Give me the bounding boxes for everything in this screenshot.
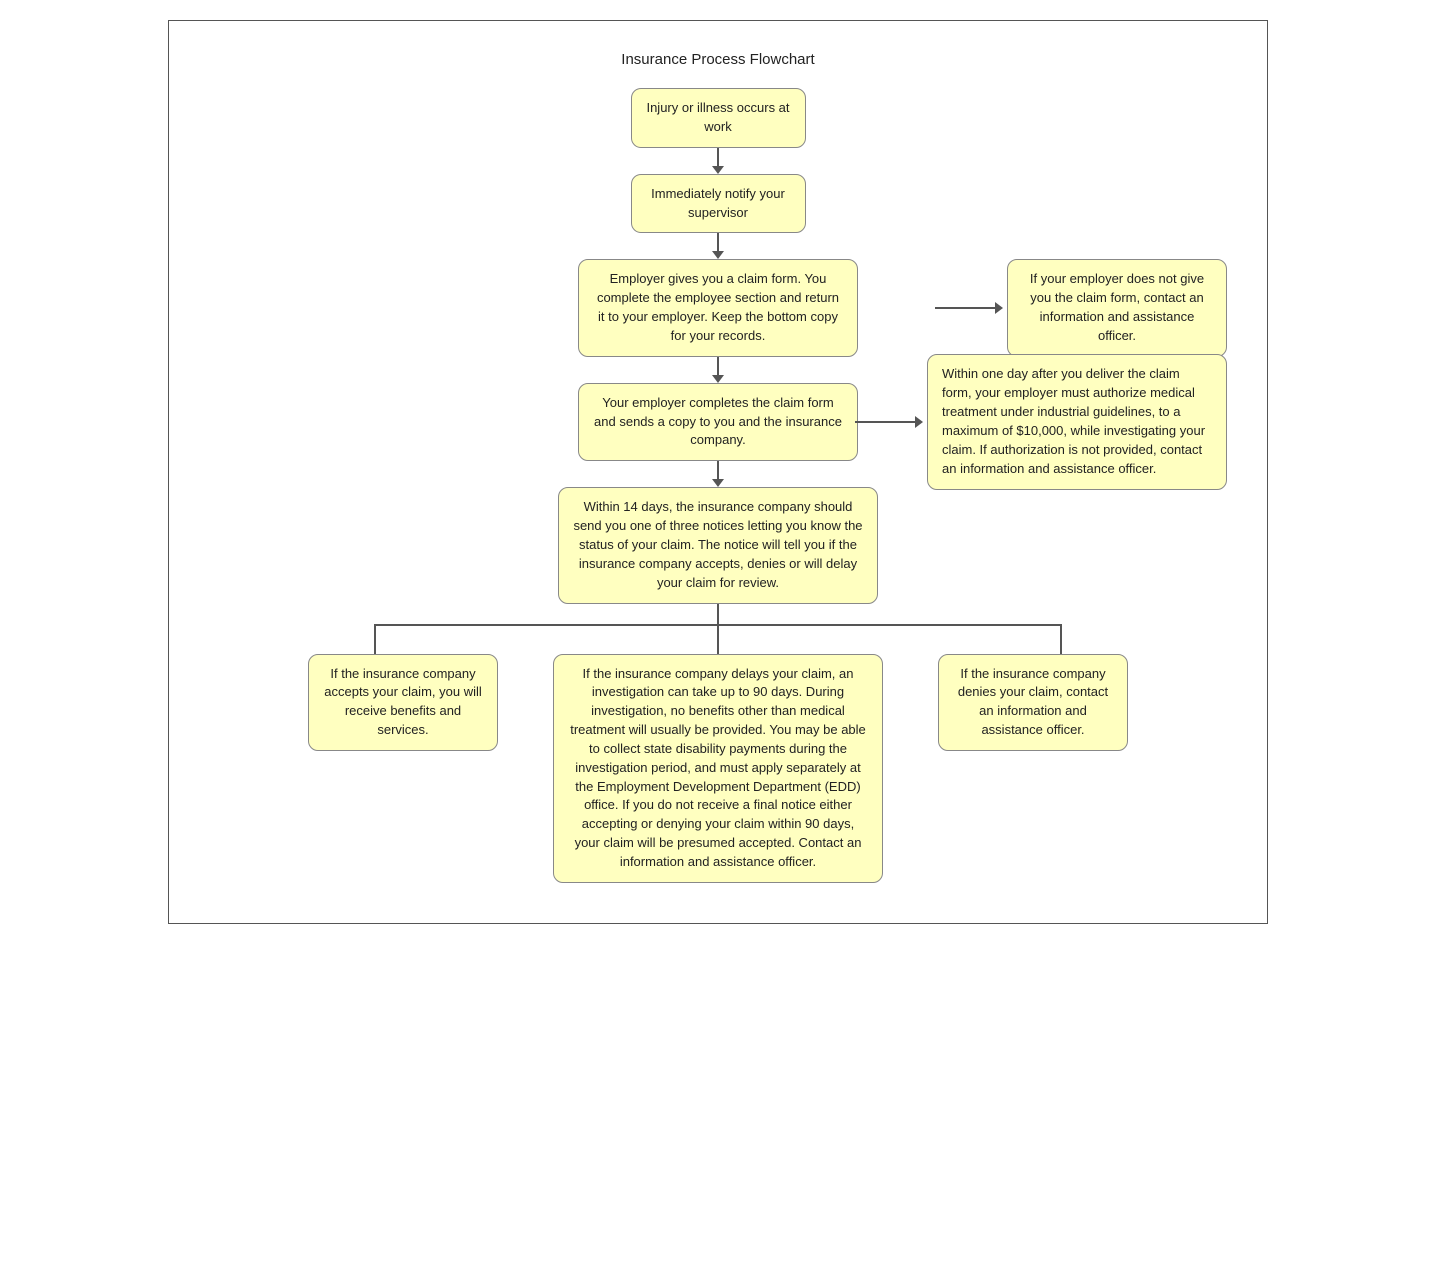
step3-h-arrow <box>935 302 1003 314</box>
step3-side-node: If your employer does not give you the c… <box>1007 259 1227 356</box>
step4-arrow-right <box>915 416 923 428</box>
bottom-right-col: If the insurance company denies your cla… <box>938 654 1128 751</box>
step4-row: Your employer completes the claim form a… <box>189 383 1247 462</box>
left-v-drop <box>374 624 376 654</box>
center-v-drop <box>717 624 719 654</box>
flowchart: Injury or illness occurs at work Immedia… <box>189 88 1247 883</box>
step2-node: Immediately notify your supervisor <box>631 174 806 234</box>
bottom-row: If the insurance company accepts your cl… <box>308 654 1128 883</box>
step4-main-col: Your employer completes the claim form a… <box>578 383 858 462</box>
step3-arrow-right <box>995 302 1003 314</box>
bottom-left-node: If the insurance company accepts your cl… <box>308 654 498 751</box>
arrow-2 <box>712 251 724 259</box>
step1-node: Injury or illness occurs at work <box>631 88 806 148</box>
connector-2 <box>717 233 719 251</box>
step3-main-col: Employer gives you a claim form. You com… <box>578 259 858 356</box>
step4-main-node: Your employer completes the claim form a… <box>578 383 858 462</box>
bottom-branch <box>308 604 1128 654</box>
step3-row: Employer gives you a claim form. You com… <box>189 259 1247 356</box>
step4-side-container: Within one day after you deliver the cla… <box>855 354 1227 489</box>
page-title: Insurance Process Flowchart <box>189 51 1247 68</box>
arrow-1 <box>712 166 724 174</box>
bottom-center-node: If the insurance company delays your cla… <box>553 654 883 883</box>
step3-main-node: Employer gives you a claim form. You com… <box>578 259 858 356</box>
bottom-center-col: If the insurance company delays your cla… <box>553 654 883 883</box>
step5-node: Within 14 days, the insurance company sh… <box>558 487 878 603</box>
right-v-drop <box>1060 624 1062 654</box>
connector-4 <box>717 461 719 479</box>
page-wrapper: Insurance Process Flowchart Injury or il… <box>168 20 1268 924</box>
center-v-line <box>717 604 719 624</box>
step4-h-line <box>855 421 915 423</box>
bottom-right-node: If the insurance company denies your cla… <box>938 654 1128 751</box>
arrow-3 <box>712 375 724 383</box>
step3-h-line <box>935 307 995 309</box>
arrow-4 <box>712 479 724 487</box>
bottom-left-col: If the insurance company accepts your cl… <box>308 654 498 751</box>
step4-h-arrow <box>855 416 923 428</box>
step3-side-container: If your employer does not give you the c… <box>935 259 1227 356</box>
connector-1 <box>717 148 719 166</box>
connector-3 <box>717 357 719 375</box>
step4-side-node: Within one day after you deliver the cla… <box>927 354 1227 489</box>
